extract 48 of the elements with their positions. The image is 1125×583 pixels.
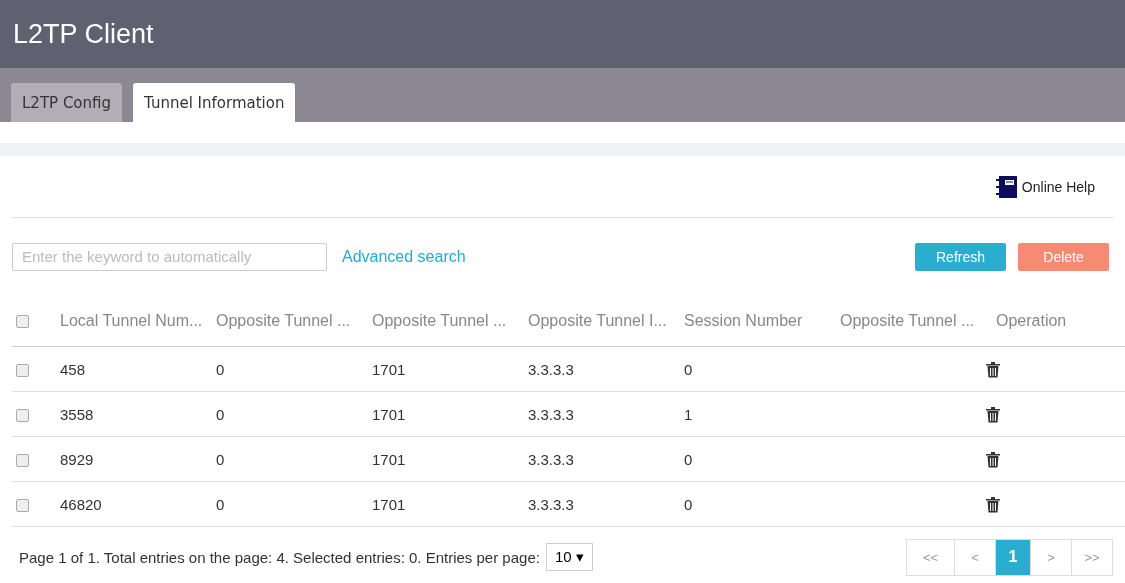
trash-icon[interactable]	[985, 496, 1001, 513]
table-cell: 3.3.3.3	[528, 450, 574, 468]
page-title: L2TP Client	[13, 18, 154, 50]
row-checkbox[interactable]	[16, 454, 29, 468]
table-cell: 1701	[372, 405, 406, 423]
trash-icon[interactable]	[985, 361, 1001, 378]
table-cell: 0	[684, 495, 693, 513]
column-header: Operation	[996, 311, 1067, 329]
table-cell: 3.3.3.3	[528, 360, 574, 378]
table-cell: 8929	[60, 450, 94, 468]
row-checkbox[interactable]	[16, 409, 29, 423]
table-cell: 3.3.3.3	[528, 495, 574, 513]
table-cell: 3.3.3.3	[528, 405, 574, 423]
online-help-link[interactable]: Online Help	[995, 174, 1095, 199]
table-cell: 0	[684, 450, 693, 468]
tab[interactable]: L2TP Config	[11, 83, 122, 122]
column-header: Session Number	[684, 311, 803, 329]
table-cell: 1	[684, 405, 693, 423]
table-cell: 458	[60, 360, 86, 378]
column-header: Opposite Tunnel ...	[372, 311, 507, 329]
table-cell: 46820	[60, 495, 102, 513]
trash-icon[interactable]	[985, 451, 1001, 468]
pagination-summary: Page 1 of 1. Total entries on the page: 4. Selected entries: 0. Entries per page:	[19, 548, 540, 566]
table-cell: 1701	[372, 450, 406, 468]
column-header: Opposite Tunnel I...	[528, 311, 667, 329]
column-header: Opposite Tunnel ...	[216, 311, 351, 329]
table-cell: 3558	[60, 405, 94, 423]
trash-icon[interactable]	[985, 406, 1001, 423]
search-field[interactable]: Enter the keyword to automatically	[12, 242, 327, 271]
table-cell: 0	[216, 495, 225, 513]
table-cell: 0	[216, 360, 225, 378]
refresh-button[interactable]: Refresh	[915, 242, 1006, 271]
table-cell: 1701	[372, 360, 406, 378]
row-checkbox[interactable]	[16, 499, 29, 513]
page-button[interactable]: 1	[995, 539, 1030, 575]
table-cell: 1701	[372, 495, 406, 513]
table-cell: 0	[684, 360, 693, 378]
row-checkbox[interactable]	[16, 364, 29, 378]
delete-button[interactable]: Delete	[1018, 242, 1109, 271]
entries-per-page-dropdown[interactable]: 10 ▾	[545, 543, 593, 571]
column-header: Opposite Tunnel ...	[840, 311, 975, 329]
column-header: Local Tunnel Num...	[60, 311, 203, 329]
advanced-search-link[interactable]: Advanced search	[342, 247, 466, 266]
notebook-icon	[995, 174, 1018, 199]
select-all-checkbox[interactable]	[16, 314, 29, 328]
table-cell: 0	[216, 405, 225, 423]
table-cell: 0	[216, 450, 225, 468]
tab[interactable]: Tunnel Information	[133, 83, 296, 122]
